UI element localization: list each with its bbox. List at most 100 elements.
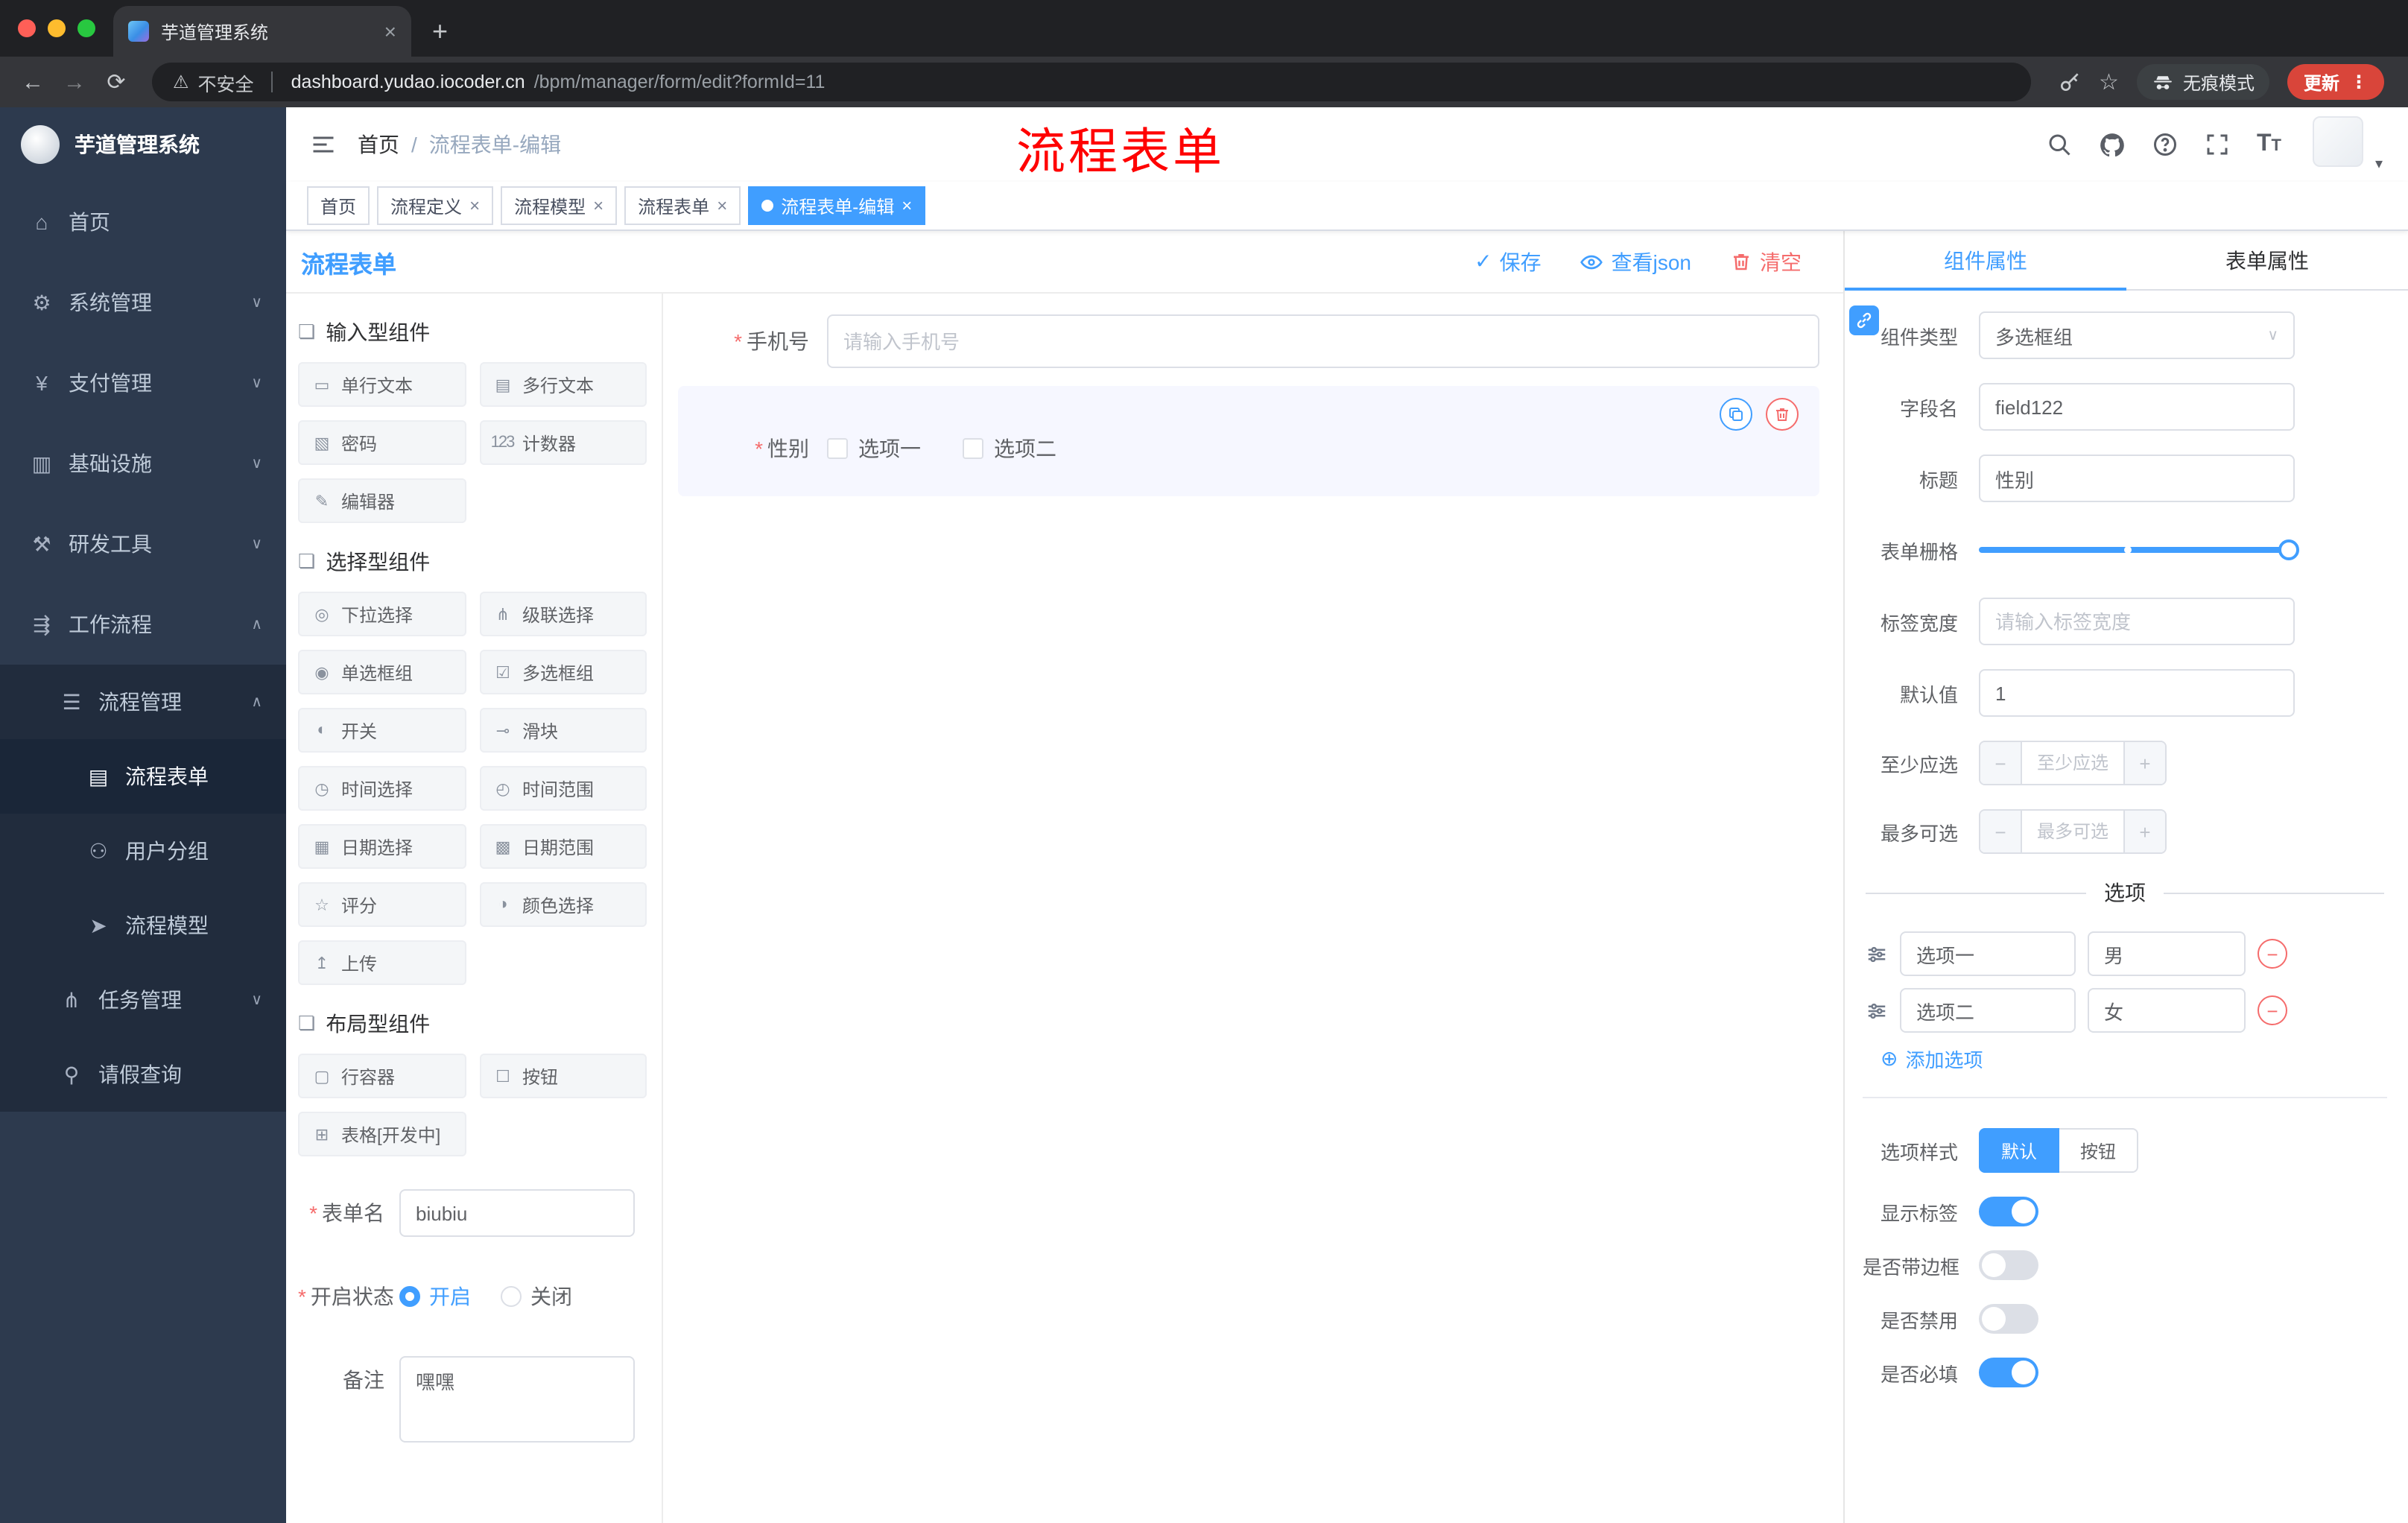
option-value-input[interactable] — [2088, 988, 2246, 1033]
sidebar-item-process-model[interactable]: ➤ 流程模型 — [0, 888, 286, 963]
sidebar-item-payment-management[interactable]: ¥ 支付管理 ∨ — [0, 343, 286, 423]
remove-option-icon[interactable]: − — [2258, 995, 2287, 1025]
increase-icon[interactable]: + — [2123, 742, 2165, 784]
palette-item-checkbox-group[interactable]: ☑ 多选框组 — [479, 650, 647, 694]
font-size-icon[interactable]: TT — [2257, 131, 2281, 158]
sidebar-item-leave-query[interactable]: ⚲ 请假查询 — [0, 1037, 286, 1112]
sidebar-item-infrastructure[interactable]: ▥ 基础设施 ∨ — [0, 423, 286, 504]
option-value-input[interactable] — [2088, 931, 2246, 976]
gender-option-2-checkbox[interactable]: 选项二 — [963, 434, 1056, 463]
show-label-switch[interactable] — [1979, 1197, 2038, 1226]
palette-item-counter[interactable]: 123 计数器 — [479, 420, 647, 465]
max-select-input[interactable] — [2022, 811, 2123, 852]
view-json-button[interactable]: 查看json — [1580, 247, 1691, 276]
breadcrumb-home[interactable]: 首页 — [358, 130, 399, 159]
forward-icon[interactable]: → — [54, 69, 95, 95]
decrease-icon[interactable]: − — [1980, 811, 2022, 852]
add-option-button[interactable]: ⊕ 添加选项 — [1881, 1045, 1983, 1073]
tag-process-model[interactable]: 流程模型 × — [501, 186, 618, 225]
option-label-input[interactable] — [1900, 931, 2076, 976]
option-drag-icon[interactable] — [1866, 999, 1888, 1022]
avatar-caret-icon[interactable]: ▾ — [2375, 156, 2383, 172]
palette-item-table[interactable]: ⊞ 表格[开发中] — [298, 1112, 466, 1156]
decrease-icon[interactable]: − — [1980, 742, 2022, 784]
tag-process-form[interactable]: 流程表单 × — [624, 186, 741, 225]
field-link-icon[interactable] — [1849, 305, 1879, 335]
close-icon[interactable]: × — [593, 195, 603, 216]
palette-item-switch[interactable]: ◐ 开关 — [298, 708, 466, 753]
sidebar-item-system-management[interactable]: ⚙ 系统管理 ∨ — [0, 262, 286, 343]
browser-menu-dots-icon[interactable]: ⋮ — [2350, 72, 2368, 92]
form-name-input[interactable] — [399, 1189, 635, 1237]
sidebar-item-home[interactable]: ⌂ 首页 — [0, 182, 286, 262]
tab-component-properties[interactable]: 组件属性 — [1845, 231, 2126, 291]
default-value-input[interactable] — [1979, 669, 2295, 717]
tab-form-properties[interactable]: 表单属性 — [2126, 231, 2408, 289]
palette-item-editor[interactable]: ✎ 编辑器 — [298, 478, 466, 523]
sidebar-item-process-form[interactable]: ▤ 流程表单 — [0, 739, 286, 814]
new-tab-button[interactable]: + — [411, 6, 469, 57]
status-on-radio[interactable]: 开启 — [399, 1282, 471, 1311]
canvas-field-phone[interactable]: * 手机号 — [678, 314, 1819, 368]
palette-item-slider[interactable]: ⊸ 滑块 — [479, 708, 647, 753]
window-maximize-button[interactable] — [77, 19, 95, 37]
clear-button[interactable]: 清空 — [1730, 247, 1802, 276]
sidebar-item-workflow[interactable]: ⇶ 工作流程 ∧ — [0, 584, 286, 665]
sidebar-item-dev-tools[interactable]: ⚒ 研发工具 ∨ — [0, 504, 286, 584]
palette-item-button[interactable]: ☐ 按钮 — [479, 1054, 647, 1098]
palette-item-time-range[interactable]: ◴ 时间范围 — [479, 766, 647, 811]
palette-item-row-container[interactable]: ▢ 行容器 — [298, 1054, 466, 1098]
address-bar[interactable]: ⚠ 不安全 dashboard.yudao.iocoder.cn/bpm/man… — [152, 63, 2031, 101]
palette-item-time-picker[interactable]: ◷ 时间选择 — [298, 766, 466, 811]
remove-option-icon[interactable]: − — [2258, 939, 2287, 969]
tag-process-form-edit[interactable]: 流程表单-编辑 × — [748, 186, 926, 225]
tab-close-icon[interactable]: × — [384, 19, 396, 43]
github-icon[interactable] — [2099, 130, 2127, 159]
security-warning-icon[interactable]: ⚠ — [173, 72, 189, 92]
palette-item-select[interactable]: ◎ 下拉选择 — [298, 592, 466, 636]
delete-field-button[interactable] — [1766, 398, 1799, 431]
form-canvas[interactable]: * 手机号 请输入手机号 * 性别 选项一 选项二 — [663, 294, 1843, 1523]
sidebar-item-user-group[interactable]: ⚇ 用户分组 — [0, 814, 286, 888]
palette-item-date-picker[interactable]: ▦ 日期选择 — [298, 824, 466, 869]
style-default-button[interactable]: 默认 — [1979, 1128, 2060, 1173]
password-key-icon[interactable] — [2057, 70, 2081, 94]
border-switch[interactable] — [1979, 1250, 2038, 1280]
disabled-switch[interactable] — [1979, 1304, 2038, 1334]
increase-icon[interactable]: + — [2123, 811, 2165, 852]
required-switch[interactable] — [1979, 1358, 2038, 1387]
sidebar-item-process-management[interactable]: ☰ 流程管理 ∧ — [0, 665, 286, 739]
style-button-button[interactable]: 按钮 — [2059, 1128, 2139, 1173]
field-name-input[interactable] — [1979, 383, 2295, 431]
browser-update-button[interactable]: 更新 ⋮ — [2287, 64, 2384, 100]
reload-icon[interactable]: ⟳ — [95, 69, 137, 95]
option-drag-icon[interactable] — [1866, 943, 1888, 965]
canvas-field-gender-selected[interactable]: * 性别 选项一 选项二 — [678, 386, 1819, 496]
component-type-select[interactable]: 多选框组 ∨ — [1979, 311, 2295, 359]
browser-tab[interactable]: 芋道管理系统 × — [113, 6, 411, 57]
close-icon[interactable]: × — [902, 195, 912, 216]
hamburger-icon[interactable] — [286, 131, 358, 158]
window-minimize-button[interactable] — [48, 19, 66, 37]
sidebar-logo[interactable]: 芋道管理系统 — [0, 107, 286, 182]
status-off-radio[interactable]: 关闭 — [501, 1282, 572, 1311]
bookmark-star-icon[interactable]: ☆ — [2099, 69, 2119, 95]
search-icon[interactable] — [2047, 131, 2073, 158]
save-button[interactable]: ✓ 保存 — [1474, 247, 1541, 276]
palette-item-cascader[interactable]: ⋔ 级联选择 — [479, 592, 647, 636]
gender-option-1-checkbox[interactable]: 选项一 — [827, 434, 921, 463]
phone-input[interactable] — [827, 314, 1819, 368]
back-icon[interactable]: ← — [12, 69, 54, 95]
palette-item-upload[interactable]: ↥ 上传 — [298, 940, 466, 985]
copy-field-button[interactable] — [1720, 398, 1752, 431]
min-select-input[interactable] — [2022, 742, 2123, 784]
fullscreen-icon[interactable] — [2205, 131, 2231, 158]
palette-item-password[interactable]: ▧ 密码 — [298, 420, 466, 465]
form-grid-slider[interactable] — [1979, 526, 2299, 574]
form-remark-textarea[interactable]: 嘿嘿 — [399, 1356, 635, 1443]
avatar[interactable] — [2313, 115, 2363, 166]
palette-item-radio-group[interactable]: ◉ 单选框组 — [298, 650, 466, 694]
label-width-input[interactable] — [1979, 598, 2295, 645]
help-icon[interactable] — [2152, 131, 2179, 158]
tag-process-definition[interactable]: 流程定义 × — [377, 186, 494, 225]
